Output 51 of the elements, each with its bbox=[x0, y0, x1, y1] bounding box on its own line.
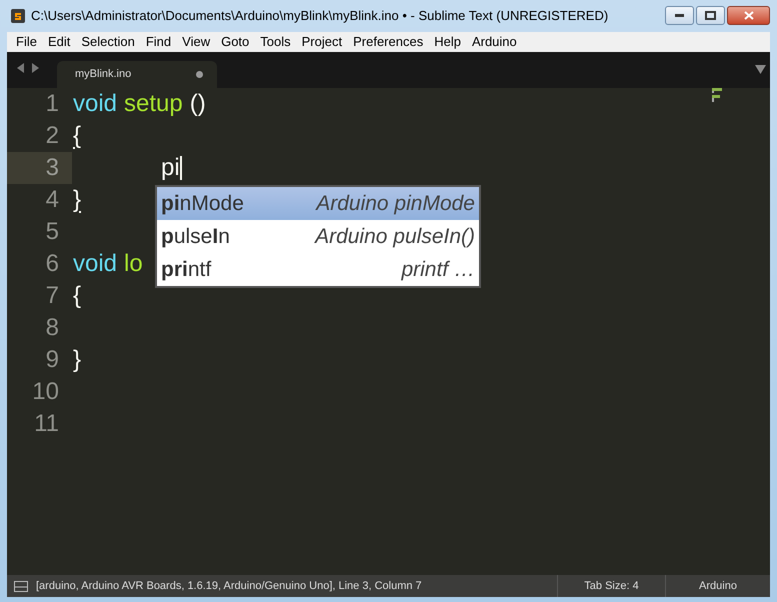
dropdown-icon[interactable] bbox=[755, 65, 766, 74]
code-token: void bbox=[73, 249, 118, 279]
close-icon bbox=[744, 11, 754, 20]
menu-item[interactable]: File bbox=[11, 32, 42, 52]
menu-item[interactable]: Find bbox=[140, 32, 176, 52]
code-token: { bbox=[73, 121, 82, 151]
tab-size[interactable]: Tab Size: 4 bbox=[557, 575, 665, 597]
right-arrow-icon[interactable] bbox=[31, 63, 39, 73]
menu-item[interactable]: Goto bbox=[216, 32, 254, 52]
menu-item[interactable]: Help bbox=[429, 32, 466, 52]
code-token: { bbox=[73, 281, 82, 311]
menu-item[interactable]: View bbox=[177, 32, 216, 52]
line-number: 1 bbox=[46, 89, 59, 119]
code-token: } bbox=[73, 345, 82, 375]
file-tab[interactable]: myBlink.ino bbox=[57, 61, 217, 88]
line-number: 3 bbox=[46, 153, 59, 183]
line-number: 9 bbox=[46, 345, 59, 375]
maximize-button[interactable] bbox=[696, 6, 725, 25]
line-number: 11 bbox=[34, 409, 59, 439]
code-token: void bbox=[73, 89, 118, 119]
code-token: setup bbox=[124, 89, 183, 119]
line-number: 8 bbox=[46, 313, 59, 343]
code-token: } bbox=[73, 185, 82, 215]
minimize-button[interactable] bbox=[665, 6, 694, 25]
left-arrow-icon[interactable] bbox=[17, 63, 25, 73]
code-token: () bbox=[190, 89, 206, 119]
window-title: C:\Users\Administrator\Documents\Arduino\myBlink\myBlink.ino • - Sublime Text (UNREGISTERED) bbox=[31, 7, 608, 26]
menu-item[interactable]: Project bbox=[296, 32, 348, 52]
status-text: [arduino, Arduino AVR Boards, 1.6.19, Arduino/Genuino Uno], Line 3, Column 7 bbox=[36, 578, 422, 594]
code-token: pi bbox=[161, 153, 180, 183]
menu-item[interactable]: Arduino bbox=[466, 32, 522, 52]
minimap-drawing bbox=[712, 88, 722, 104]
line-number: 10 bbox=[32, 377, 59, 407]
line-number: 4 bbox=[46, 185, 59, 215]
line-number: 7 bbox=[46, 281, 59, 311]
line-number: 5 bbox=[46, 217, 59, 247]
line-number: 2 bbox=[46, 121, 59, 151]
panel-icon[interactable] bbox=[14, 580, 28, 592]
app-icon bbox=[10, 8, 26, 24]
code-token: lo bbox=[124, 249, 143, 279]
menu-item[interactable]: Preferences bbox=[348, 32, 428, 52]
maximize-icon bbox=[705, 11, 716, 20]
menu-item[interactable]: Edit bbox=[42, 32, 76, 52]
text-cursor bbox=[180, 156, 182, 180]
completion-item[interactable]: pinMode Arduino pinMode bbox=[157, 187, 479, 220]
menu-item[interactable]: Selection bbox=[76, 32, 140, 52]
minimize-icon bbox=[675, 14, 684, 17]
menu-item[interactable]: Tools bbox=[255, 32, 296, 52]
syntax-label[interactable]: Arduino bbox=[665, 575, 770, 597]
line-number: 6 bbox=[46, 249, 59, 279]
close-button[interactable] bbox=[727, 6, 770, 25]
